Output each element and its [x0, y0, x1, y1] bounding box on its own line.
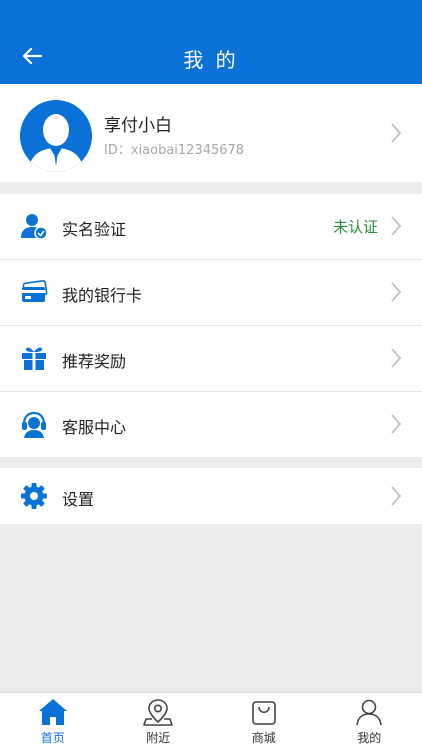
account-menu: 实名验证 未认证 我的银行卡 推荐奖励 — [0, 194, 422, 457]
gear-icon — [20, 482, 48, 510]
menu-item-rewards[interactable]: 推荐奖励 — [0, 326, 422, 392]
bottom-tab-bar: 首页 附近 商城 我的 — [0, 692, 422, 751]
chevron-right-icon — [390, 281, 402, 303]
verify-status: 未认证 — [333, 216, 378, 237]
bank-card-icon — [20, 278, 48, 306]
tab-label: 首页 — [0, 729, 106, 746]
chevron-right-icon — [390, 347, 402, 369]
user-id: ID：xiaobai12345678 — [104, 139, 244, 158]
avatar-person-icon — [20, 100, 92, 172]
tab-nearby[interactable]: 附近 — [106, 693, 212, 751]
tab-mine[interactable]: 我的 — [317, 693, 422, 751]
menu-item-verify[interactable]: 实名验证 未认证 — [0, 194, 422, 260]
menu-label-service: 客服中心 — [62, 414, 126, 438]
headset-support-icon — [20, 410, 48, 438]
tab-home[interactable]: 首页 — [0, 693, 106, 751]
tab-label: 商城 — [211, 729, 317, 746]
tab-mall[interactable]: 商城 — [211, 693, 317, 751]
profile-card[interactable]: 享付小白 ID：xiaobai12345678 — [0, 84, 422, 182]
menu-item-service[interactable]: 客服中心 — [0, 392, 422, 457]
home-icon — [38, 698, 68, 726]
verified-user-icon — [20, 212, 48, 240]
chevron-right-icon — [390, 122, 402, 144]
shopping-bag-icon — [249, 698, 279, 726]
menu-label-rewards: 推荐奖励 — [62, 348, 126, 372]
menu-label-settings: 设置 — [62, 486, 94, 510]
avatar — [20, 100, 92, 172]
page-title: 我 的 — [0, 44, 422, 73]
chevron-right-icon — [390, 215, 402, 237]
menu-item-settings[interactable]: 设置 — [0, 468, 422, 524]
user-name: 享付小白 — [104, 111, 172, 136]
menu-item-bank-card[interactable]: 我的银行卡 — [0, 260, 422, 326]
user-icon — [354, 698, 384, 726]
settings-menu: 设置 — [0, 468, 422, 524]
gift-icon — [20, 344, 48, 372]
menu-label-verify: 实名验证 — [62, 216, 126, 240]
tab-label: 我的 — [317, 729, 422, 746]
top-bar: 我 的 — [0, 0, 422, 84]
location-icon — [143, 698, 173, 726]
chevron-right-icon — [390, 485, 402, 507]
tab-label: 附近 — [106, 729, 212, 746]
chevron-right-icon — [390, 413, 402, 435]
menu-label-bank-card: 我的银行卡 — [62, 282, 142, 306]
